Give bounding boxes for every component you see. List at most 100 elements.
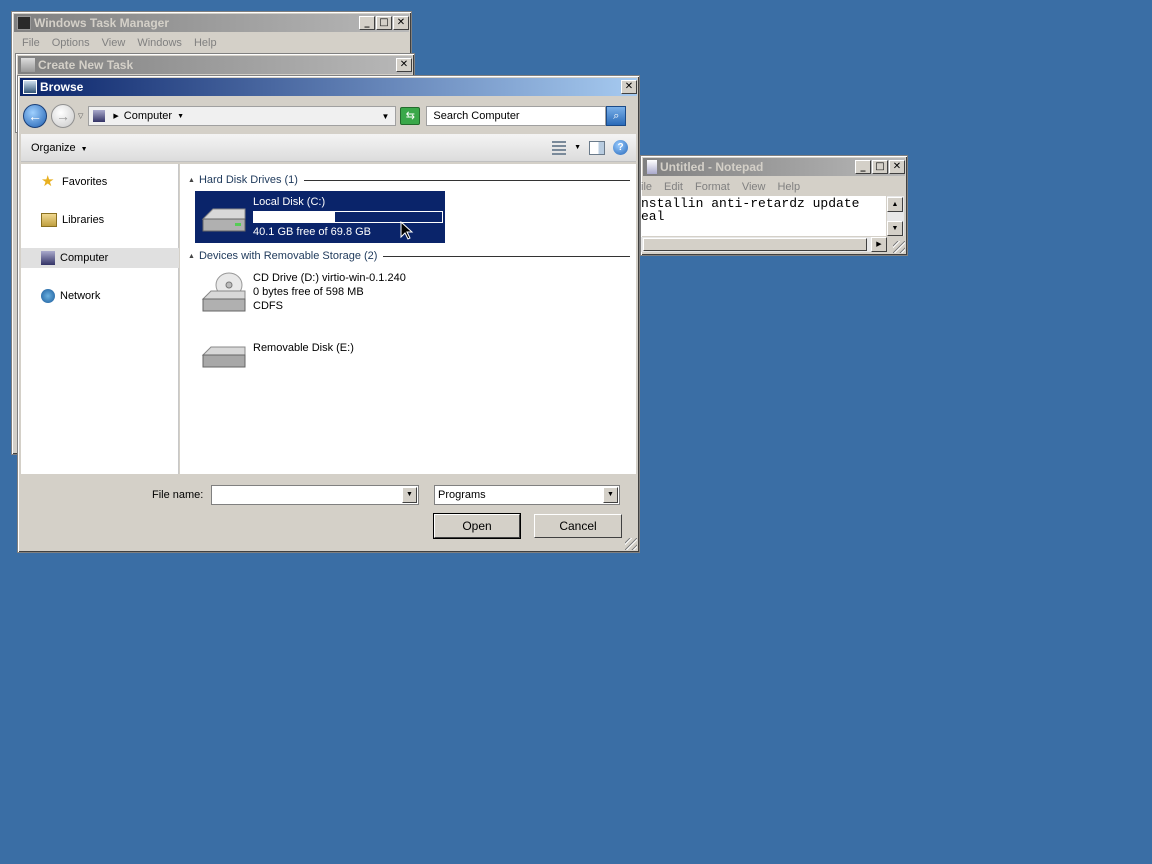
- search-input[interactable]: Search Computer: [426, 106, 607, 126]
- menu-view[interactable]: View: [736, 181, 772, 193]
- drive-usage-bar: [253, 211, 443, 223]
- run-icon: [21, 58, 35, 72]
- chevron-down-icon[interactable]: ▼: [402, 487, 417, 503]
- menu-windows[interactable]: Windows: [131, 37, 188, 49]
- notepad-title: Untitled - Notepad: [660, 160, 764, 174]
- close-button[interactable]: ✕: [889, 160, 905, 174]
- search-icon[interactable]: ⌕: [606, 106, 627, 126]
- scroll-down-icon[interactable]: ▼: [887, 221, 903, 236]
- cancel-button[interactable]: Cancel: [534, 514, 622, 538]
- file-list: ▲ Hard Disk Drives (1) Local Disk (C:) 4…: [180, 164, 636, 474]
- file-name-input[interactable]: ▼: [211, 485, 419, 505]
- collapse-icon[interactable]: ▲: [188, 253, 195, 260]
- drive-cd-d[interactable]: CD Drive (D:) virtio-win-0.1.240 0 bytes…: [195, 267, 445, 319]
- nav-label: Libraries: [62, 214, 105, 226]
- nav-label: Network: [60, 290, 101, 302]
- navigation-bar: ← → ▽ ▶ Computer ▼ ▼ ⇆ Search Computer ⌕: [21, 101, 636, 131]
- menu-options[interactable]: Options: [46, 37, 96, 49]
- scroll-right-icon[interactable]: ▶: [871, 237, 887, 252]
- close-button[interactable]: ✕: [621, 80, 637, 94]
- menu-format[interactable]: Format: [689, 181, 736, 193]
- drive-name: Local Disk (C:): [253, 196, 326, 208]
- recent-pages-dropdown-icon[interactable]: ▽: [78, 112, 83, 120]
- preview-pane-icon[interactable]: [589, 140, 605, 155]
- menu-edit[interactable]: Edit: [658, 181, 689, 193]
- menu-view[interactable]: View: [96, 37, 132, 49]
- resize-grip[interactable]: [625, 538, 637, 550]
- group-hard-disk-drives[interactable]: ▲ Hard Disk Drives (1): [188, 173, 630, 187]
- notepad-titlebar[interactable]: Untitled - Notepad _ □ ✕: [643, 158, 905, 176]
- browse-title: Browse: [40, 80, 84, 94]
- task-manager-titlebar[interactable]: Windows Task Manager _ □ ✕: [14, 14, 409, 32]
- maximize-button[interactable]: □: [872, 160, 888, 174]
- notepad-icon: [647, 160, 657, 174]
- menu-file[interactable]: File: [16, 37, 46, 49]
- scroll-thumb[interactable]: [643, 238, 867, 251]
- libraries-icon: [41, 213, 57, 227]
- file-type-select[interactable]: Programs ▼: [434, 485, 620, 505]
- back-button[interactable]: ←: [23, 104, 47, 128]
- chevron-down-icon[interactable]: ▼: [603, 487, 618, 503]
- nav-computer[interactable]: Computer: [21, 248, 179, 268]
- address-bar[interactable]: ▶ Computer ▼ ▼: [88, 106, 397, 126]
- browse-dialog: Browse ✕ ← → ▽ ▶ Computer ▼ ▼ ⇆ Search C…: [17, 75, 640, 553]
- group-removable-storage[interactable]: ▲ Devices with Removable Storage (2): [188, 249, 630, 263]
- notepad-text-area[interactable]: nstallin anti-retardz update eal: [641, 196, 886, 236]
- group-divider: [303, 179, 630, 181]
- hard-drive-icon: [199, 195, 249, 243]
- computer-icon: [41, 251, 55, 265]
- drive-name: CD Drive (D:) virtio-win-0.1.240: [253, 272, 406, 284]
- address-computer[interactable]: Computer: [124, 110, 172, 122]
- search-placeholder: Search Computer: [433, 110, 520, 122]
- computer-icon: [93, 110, 106, 122]
- file-name-label: File name:: [152, 489, 204, 501]
- menu-help[interactable]: Help: [771, 181, 806, 193]
- network-icon: [41, 289, 55, 303]
- maximize-button[interactable]: □: [376, 16, 392, 30]
- mouse-cursor-icon: [400, 221, 414, 240]
- breadcrumb-arrow-icon[interactable]: ▶: [113, 112, 118, 120]
- forward-button[interactable]: →: [51, 104, 75, 128]
- close-button[interactable]: ✕: [396, 58, 412, 72]
- collapse-icon[interactable]: ▲: [188, 177, 195, 184]
- minimize-button[interactable]: _: [359, 16, 375, 30]
- views-icon[interactable]: [552, 140, 567, 155]
- horizontal-scrollbar[interactable]: ▶: [641, 237, 887, 252]
- organize-button[interactable]: Organize ▼: [21, 142, 98, 154]
- star-icon: ★: [41, 173, 55, 190]
- group-label: Hard Disk Drives (1): [198, 174, 298, 186]
- drive-name: Removable Disk (E:): [253, 342, 354, 354]
- nav-favorites[interactable]: ★ Favorites: [21, 172, 179, 192]
- navigation-pane: ★ Favorites Libraries Computer Network: [21, 164, 179, 474]
- drive-removable-e[interactable]: Removable Disk (E:): [195, 337, 445, 377]
- drive-free-space: 0 bytes free of 598 MB: [253, 286, 364, 298]
- group-divider: [383, 255, 630, 257]
- removable-drive-icon: [199, 341, 249, 373]
- create-new-task-titlebar[interactable]: Create New Task ✕: [18, 56, 412, 74]
- menu-file[interactable]: ile: [641, 181, 658, 193]
- refresh-icon[interactable]: ⇆: [400, 107, 421, 125]
- close-button[interactable]: ✕: [393, 16, 409, 30]
- nav-network[interactable]: Network: [21, 286, 179, 306]
- create-new-task-title: Create New Task: [38, 58, 134, 72]
- computer-icon: [23, 80, 37, 94]
- notepad-menubar: ile Edit Format View Help: [641, 178, 907, 196]
- help-icon[interactable]: ?: [613, 140, 628, 155]
- views-dropdown-icon[interactable]: ▼: [574, 144, 581, 151]
- address-dropdown-icon[interactable]: ▼: [381, 112, 389, 121]
- scroll-up-icon[interactable]: ▲: [887, 197, 903, 212]
- browse-titlebar[interactable]: Browse ✕: [20, 78, 637, 96]
- minimize-button[interactable]: _: [855, 160, 871, 174]
- menu-help[interactable]: Help: [188, 37, 223, 49]
- resize-grip[interactable]: [893, 241, 905, 253]
- nav-libraries[interactable]: Libraries: [21, 210, 179, 230]
- chevron-down-icon[interactable]: ▼: [177, 113, 184, 120]
- vertical-scrollbar[interactable]: ▲ ▼: [887, 196, 904, 236]
- drive-filesystem: CDFS: [253, 300, 283, 312]
- nav-label: Computer: [60, 252, 109, 264]
- open-button[interactable]: Open: [433, 513, 521, 539]
- notepad-window: Untitled - Notepad _ □ ✕ ile Edit Format…: [640, 155, 908, 256]
- group-label: Devices with Removable Storage (2): [198, 250, 378, 262]
- organize-label: Organize: [31, 141, 76, 154]
- command-bar: Organize ▼ ▼ ?: [21, 134, 636, 162]
